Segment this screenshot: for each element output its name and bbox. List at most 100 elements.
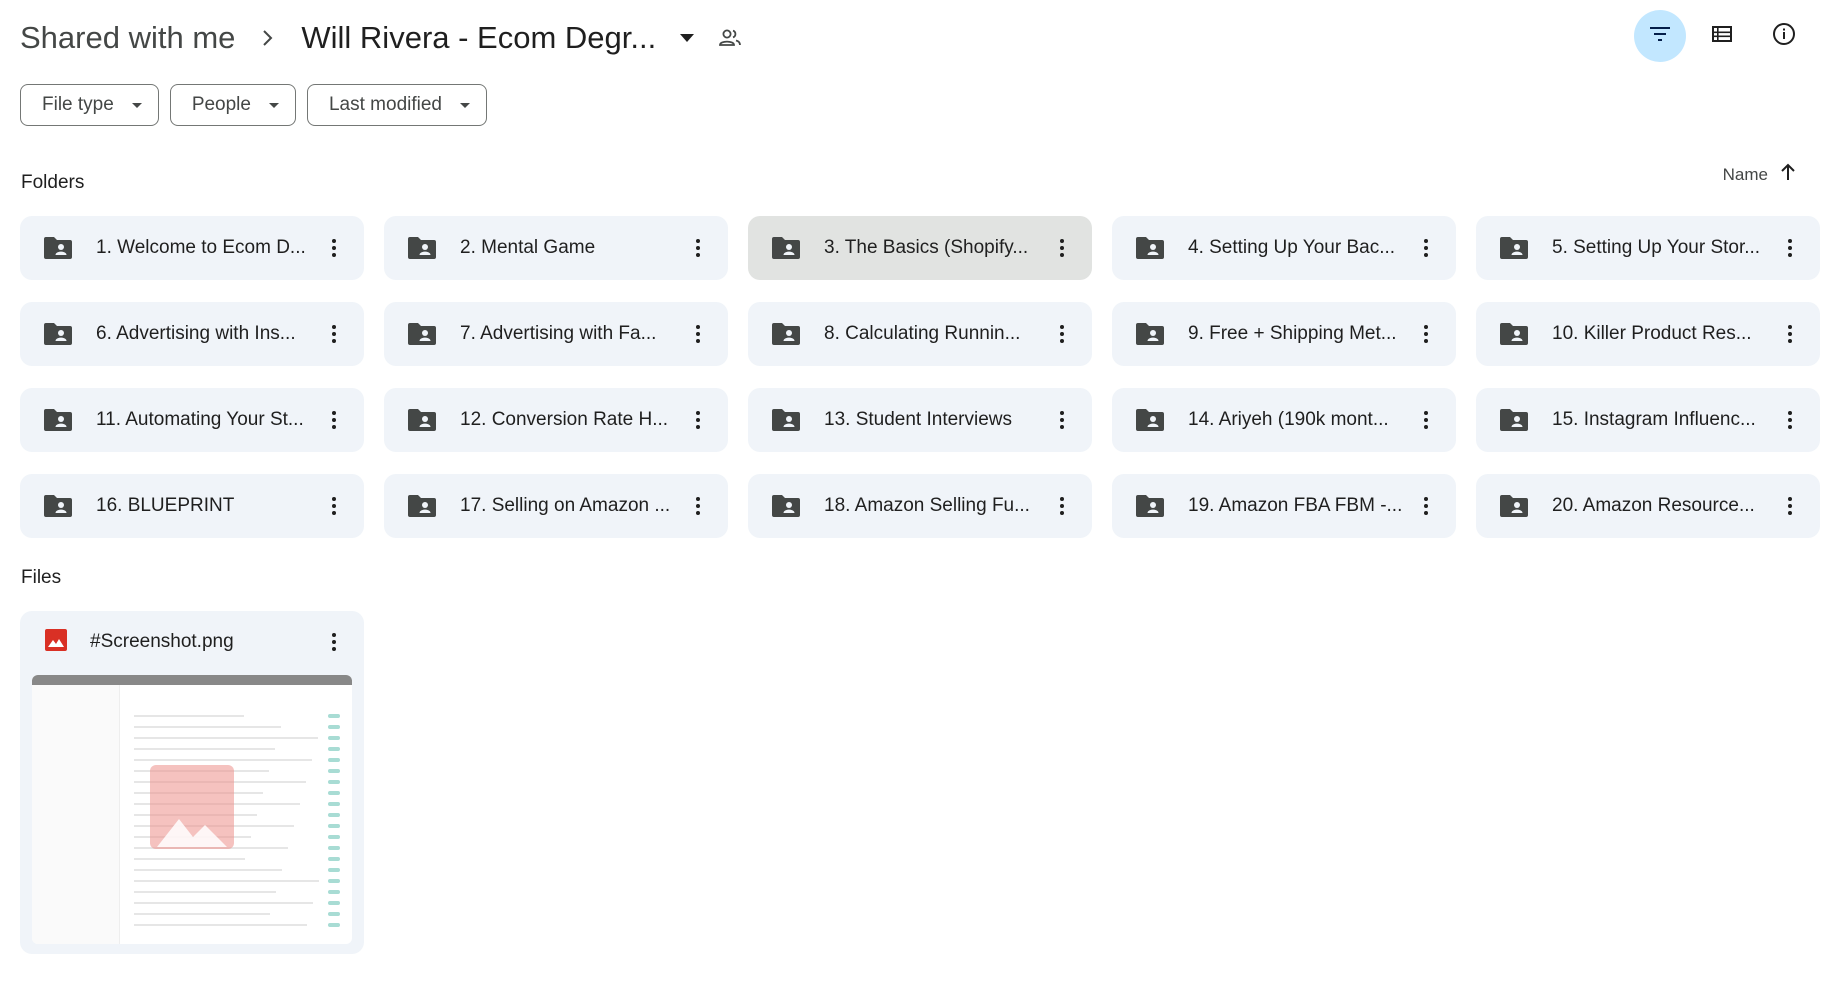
filter-button[interactable] — [1634, 10, 1686, 62]
shared-folder-icon — [408, 495, 438, 517]
folder-card[interactable]: 11. Automating Your St... — [20, 388, 364, 452]
shared-folder-icon — [772, 409, 802, 431]
arrow-up-icon — [1780, 163, 1796, 186]
more-actions-icon[interactable] — [1042, 228, 1082, 268]
folder-name: 6. Advertising with Ins... — [96, 323, 296, 344]
shared-folder-icon — [44, 237, 74, 259]
more-actions-icon[interactable] — [1406, 400, 1446, 440]
filter-chip-label: Last modified — [328, 94, 442, 115]
folder-card[interactable]: 16. BLUEPRINT — [20, 474, 364, 538]
more-actions-icon[interactable] — [1042, 400, 1082, 440]
folder-name: 8. Calculating Runnin... — [824, 323, 1021, 344]
folder-card[interactable]: 1. Welcome to Ecom D... — [20, 216, 364, 280]
folder-name: 16. BLUEPRINT — [96, 495, 235, 516]
file-name: #Screenshot.png — [90, 631, 234, 652]
last-modified-filter[interactable]: Last modified — [306, 84, 487, 126]
folder-name: 4. Setting Up Your Bac... — [1188, 237, 1396, 258]
folder-name: 14. Ariyeh (190k mont... — [1188, 409, 1389, 430]
list-view-icon — [1712, 25, 1732, 47]
folder-card[interactable]: 15. Instagram Influenc... — [1476, 388, 1820, 452]
folder-name: 2. Mental Game — [460, 237, 596, 258]
more-actions-icon[interactable] — [314, 228, 354, 268]
folder-name: 1. Welcome to Ecom D... — [96, 237, 306, 258]
shared-folder-icon — [1500, 323, 1530, 345]
folder-card[interactable]: 6. Advertising with Ins... — [20, 302, 364, 366]
folder-card[interactable]: 20. Amazon Resource... — [1476, 474, 1820, 538]
more-actions-icon[interactable] — [678, 486, 718, 526]
filter-chip-label: File type — [42, 94, 114, 115]
file-type-filter[interactable]: File type — [20, 84, 159, 126]
shared-folder-icon — [1136, 495, 1166, 517]
more-actions-icon[interactable] — [1406, 314, 1446, 354]
folder-name: 17. Selling on Amazon ... — [460, 495, 671, 516]
more-actions-icon[interactable] — [678, 314, 718, 354]
shared-folder-icon — [44, 495, 74, 517]
more-actions-icon[interactable] — [1406, 228, 1446, 268]
folder-name: 20. Amazon Resource... — [1552, 495, 1755, 516]
more-actions-icon[interactable] — [314, 314, 354, 354]
shared-folder-icon — [1136, 237, 1166, 259]
files-section-label: Files — [21, 567, 62, 588]
folder-name: 5. Setting Up Your Stor... — [1552, 237, 1761, 258]
shared-folder-icon — [1500, 237, 1530, 259]
people-filter[interactable]: People — [169, 84, 296, 126]
folder-card[interactable]: 18. Amazon Selling Fu... — [748, 474, 1092, 538]
sort-by-name-button[interactable]: Name — [1723, 163, 1796, 186]
image-icon — [44, 628, 68, 657]
filter-icon — [1650, 26, 1670, 46]
shared-folder-icon — [408, 409, 438, 431]
caret-down-icon — [131, 102, 142, 108]
folder-card[interactable]: 19. Amazon FBA FBM -... — [1112, 474, 1456, 538]
folder-card[interactable]: 14. Ariyeh (190k mont... — [1112, 388, 1456, 452]
more-actions-icon[interactable] — [314, 622, 354, 662]
caret-down-icon — [268, 102, 279, 108]
folders-section-label: Folders — [21, 172, 85, 193]
folder-card[interactable]: 13. Student Interviews — [748, 388, 1092, 452]
folder-card[interactable]: 3. The Basics (Shopify... — [748, 216, 1092, 280]
file-thumbnail[interactable] — [32, 675, 352, 944]
filter-chip-label: People — [191, 94, 251, 115]
info-icon — [1772, 22, 1796, 51]
folder-name: 3. The Basics (Shopify... — [824, 237, 1029, 258]
folder-name: 12. Conversion Rate H... — [460, 409, 669, 430]
folder-card[interactable]: 8. Calculating Runnin... — [748, 302, 1092, 366]
folder-name: 7. Advertising with Fa... — [460, 323, 657, 344]
folder-card[interactable]: 4. Setting Up Your Bac... — [1112, 216, 1456, 280]
list-view-button[interactable] — [1696, 10, 1748, 62]
breadcrumb-root[interactable]: Shared with me — [20, 20, 235, 56]
folder-name: 13. Student Interviews — [824, 409, 1012, 430]
more-actions-icon[interactable] — [1770, 400, 1810, 440]
folder-name: 10. Killer Product Res... — [1552, 323, 1752, 344]
folder-card[interactable]: 10. Killer Product Res... — [1476, 302, 1820, 366]
more-actions-icon[interactable] — [678, 400, 718, 440]
folder-name: 9. Free + Shipping Met... — [1188, 323, 1397, 344]
more-actions-icon[interactable] — [678, 228, 718, 268]
more-actions-icon[interactable] — [314, 400, 354, 440]
folder-menu-caret-icon[interactable] — [680, 34, 695, 42]
shared-folder-icon — [772, 495, 802, 517]
folder-card[interactable]: 9. Free + Shipping Met... — [1112, 302, 1456, 366]
folder-name: 18. Amazon Selling Fu... — [824, 495, 1030, 516]
shared-folder-icon — [1136, 323, 1166, 345]
more-actions-icon[interactable] — [1042, 486, 1082, 526]
breadcrumb-current-folder[interactable]: Will Rivera - Ecom Degr... — [301, 20, 656, 56]
file-card[interactable]: #Screenshot.png — [20, 611, 364, 954]
more-actions-icon[interactable] — [1406, 486, 1446, 526]
more-actions-icon[interactable] — [1042, 314, 1082, 354]
sort-label: Name — [1722, 164, 1768, 184]
shared-folder-icon — [1500, 495, 1530, 517]
shared-folder-icon — [1500, 409, 1530, 431]
folder-card[interactable]: 12. Conversion Rate H... — [384, 388, 728, 452]
folder-card[interactable]: 17. Selling on Amazon ... — [384, 474, 728, 538]
shared-folder-icon — [772, 237, 802, 259]
shared-folder-icon — [408, 237, 438, 259]
folder-card[interactable]: 2. Mental Game — [384, 216, 728, 280]
more-actions-icon[interactable] — [1770, 314, 1810, 354]
more-actions-icon[interactable] — [1770, 486, 1810, 526]
more-actions-icon[interactable] — [314, 486, 354, 526]
more-actions-icon[interactable] — [1770, 228, 1810, 268]
details-button[interactable] — [1758, 10, 1810, 62]
folder-card[interactable]: 7. Advertising with Fa... — [384, 302, 728, 366]
folder-card[interactable]: 5. Setting Up Your Stor... — [1476, 216, 1820, 280]
shared-people-icon[interactable] — [718, 28, 742, 48]
